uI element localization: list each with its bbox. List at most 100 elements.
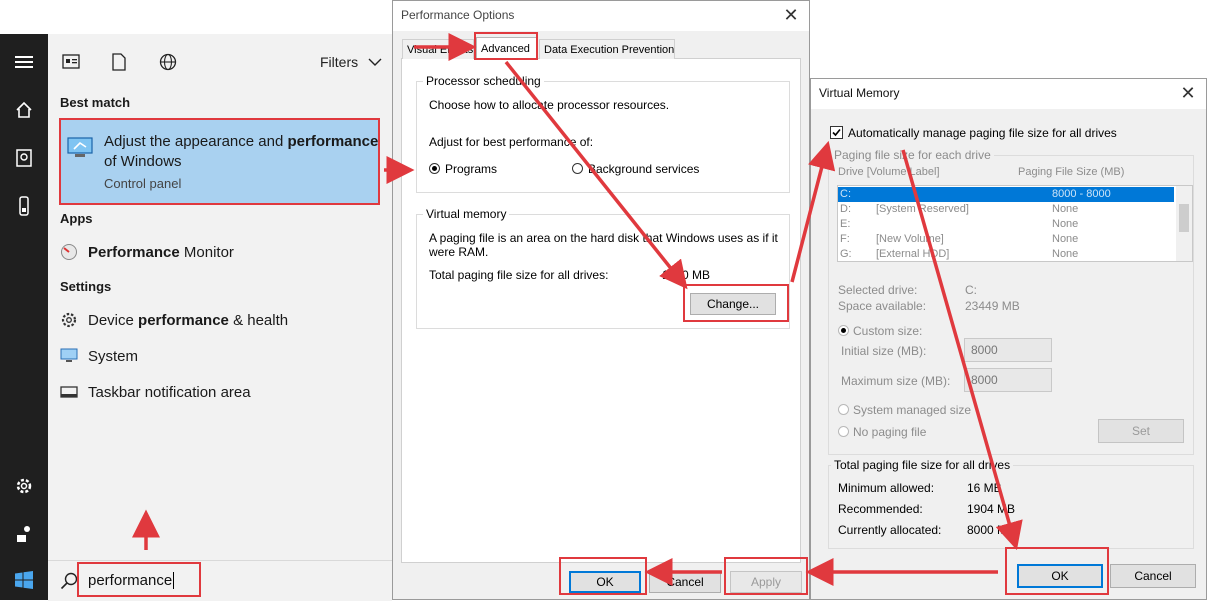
search-bar[interactable]: performance <box>48 560 392 601</box>
drive-row[interactable]: D: [System Reserved] None <box>838 202 1174 217</box>
settings-item-device-performance[interactable]: Device performance & health <box>58 306 388 334</box>
set-button[interactable]: Set <box>1098 419 1184 443</box>
settings-item-taskbar-notification[interactable]: Taskbar notification area <box>58 378 388 406</box>
app-item-performance-monitor[interactable]: Performance Monitor <box>58 238 388 266</box>
no-paging-radio[interactable] <box>838 426 849 437</box>
home-icon[interactable] <box>12 98 36 122</box>
start-menu-left-rail <box>0 34 48 600</box>
drive-list[interactable]: C: 8000 - 8000 D: [System Reserved] None… <box>837 185 1193 262</box>
change-button[interactable]: Change... <box>690 293 776 315</box>
device-icon[interactable] <box>12 194 36 218</box>
search-input-value: performance <box>88 572 173 589</box>
tab-visual-effects[interactable]: Visual Effects <box>402 39 474 59</box>
tab-data-execution-prevention[interactable]: Data Execution Prevention <box>539 39 675 59</box>
system-managed-label: System managed size <box>853 403 972 417</box>
max-size-input[interactable]: 8000 <box>964 368 1052 392</box>
window-title: Performance Options <box>401 8 515 22</box>
column-drive-header: Drive [Volume Label] <box>838 166 940 178</box>
custom-size-radio[interactable] <box>838 325 849 336</box>
tab-advanced[interactable]: Advanced <box>476 37 538 59</box>
minimum-allowed-label: Minimum allowed: <box>838 481 935 495</box>
background-services-radio[interactable] <box>572 163 583 174</box>
processor-description: Choose how to allocate processor resourc… <box>429 98 670 112</box>
best-match-title-bold: performance <box>287 133 379 150</box>
programs-radio[interactable] <box>429 163 440 174</box>
ok-button[interactable]: OK <box>569 571 641 593</box>
settings-gear-icon[interactable] <box>12 474 36 498</box>
drive-list-scrollbar[interactable] <box>1176 186 1192 261</box>
drive-letter: D: <box>840 203 851 215</box>
vm-ok-button[interactable]: OK <box>1017 564 1103 588</box>
settings-item-label: Taskbar notification area <box>88 383 251 401</box>
virtual-memory-window: Virtual Memory ✕ Automatically manage pa… <box>810 78 1207 600</box>
drive-row[interactable]: E: None <box>838 217 1174 232</box>
auto-manage-checkbox[interactable] <box>830 126 843 139</box>
best-match-heading: Best match <box>60 95 131 110</box>
settings-heading: Settings <box>60 279 112 294</box>
drive-letter: E: <box>840 218 851 230</box>
windows-start-icon[interactable] <box>12 568 36 592</box>
apps-heading: Apps <box>60 211 93 226</box>
all-filter-icon[interactable] <box>62 54 80 73</box>
best-match-title-line2: of Windows <box>104 153 182 170</box>
gear-icon <box>58 309 80 331</box>
web-globe-icon[interactable] <box>159 53 177 74</box>
chevron-down-icon <box>368 54 382 70</box>
settings-item-system[interactable]: System <box>58 342 388 370</box>
close-icon[interactable]: ✕ <box>781 5 801 25</box>
space-available-label: Space available: <box>838 299 927 313</box>
apply-button[interactable]: Apply <box>730 571 802 593</box>
custom-size-label: Custom size: <box>853 324 923 338</box>
best-match-result[interactable]: Adjust the appearance and performance of… <box>60 119 380 203</box>
auto-manage-label: Automatically manage paging file size fo… <box>848 126 1117 140</box>
search-input[interactable]: performance <box>88 572 175 589</box>
settings-item-label: System <box>88 347 139 365</box>
currently-allocated-value: 8000 MB <box>967 523 1016 537</box>
best-match-title-prefix: Adjust the appearance and <box>104 133 288 150</box>
max-size-label: Maximum size (MB): <box>841 374 951 388</box>
drive-size: None <box>1052 233 1079 245</box>
drive-label: [External HDD] <box>876 248 950 260</box>
drive-row[interactable]: G: [External HDD] None <box>838 247 1174 262</box>
recommended-label: Recommended: <box>838 502 923 516</box>
close-icon[interactable]: ✕ <box>1178 83 1198 103</box>
vm-cancel-button[interactable]: Cancel <box>1110 564 1196 588</box>
drive-letter: G: <box>840 248 852 260</box>
filters-button[interactable]: Filters <box>320 54 382 70</box>
total-paging-value: 1280 MB <box>662 268 711 282</box>
cancel-button[interactable]: Cancel <box>649 571 721 593</box>
drive-row[interactable]: F: [New Volume] None <box>838 232 1174 247</box>
document-filter-icon[interactable] <box>112 53 126 74</box>
best-match-subtitle: Control panel <box>104 176 182 191</box>
programs-radio-label: Programs <box>445 162 498 176</box>
recommended-value: 1904 MB <box>967 502 1016 516</box>
feedback-icon[interactable] <box>12 522 36 546</box>
drive-letter: F: <box>840 233 850 245</box>
drive-size: None <box>1052 218 1079 230</box>
selected-drive-value: C: <box>965 283 977 297</box>
text-caret <box>173 572 175 589</box>
hamburger-menu-icon[interactable] <box>12 50 36 74</box>
system-managed-radio[interactable] <box>838 404 849 415</box>
virtual-memory-titlebar: Virtual Memory ✕ <box>811 79 1206 109</box>
control-panel-icon <box>66 135 94 164</box>
app-name-rest: Monitor <box>179 243 234 261</box>
drive-row[interactable]: C: 8000 - 8000 <box>838 187 1174 202</box>
background-services-label: Background services <box>588 162 700 176</box>
paging-file-group-label: Paging file size for each drive <box>831 148 994 162</box>
drive-letter: C: <box>840 188 851 200</box>
checkmark-icon <box>832 128 841 137</box>
settings-item-rest: & health <box>228 311 289 329</box>
initial-size-input[interactable]: 8000 <box>964 338 1052 362</box>
monitor-icon <box>58 345 80 367</box>
performance-options-titlebar: Performance Options ✕ <box>393 1 809 31</box>
settings-item-bold: performance <box>138 311 229 329</box>
virtual-memory-description: A paging file is an area on the hard dis… <box>429 231 778 259</box>
drive-size: None <box>1052 203 1079 215</box>
total-paging-label: Total paging file size for all drives: <box>429 268 609 282</box>
documents-icon[interactable] <box>12 146 36 170</box>
scrollbar-thumb[interactable] <box>1179 204 1189 232</box>
window-title: Virtual Memory <box>819 86 900 100</box>
processor-scheduling-label: Processor scheduling <box>423 74 544 88</box>
drive-label: [New Volume] <box>876 233 944 245</box>
